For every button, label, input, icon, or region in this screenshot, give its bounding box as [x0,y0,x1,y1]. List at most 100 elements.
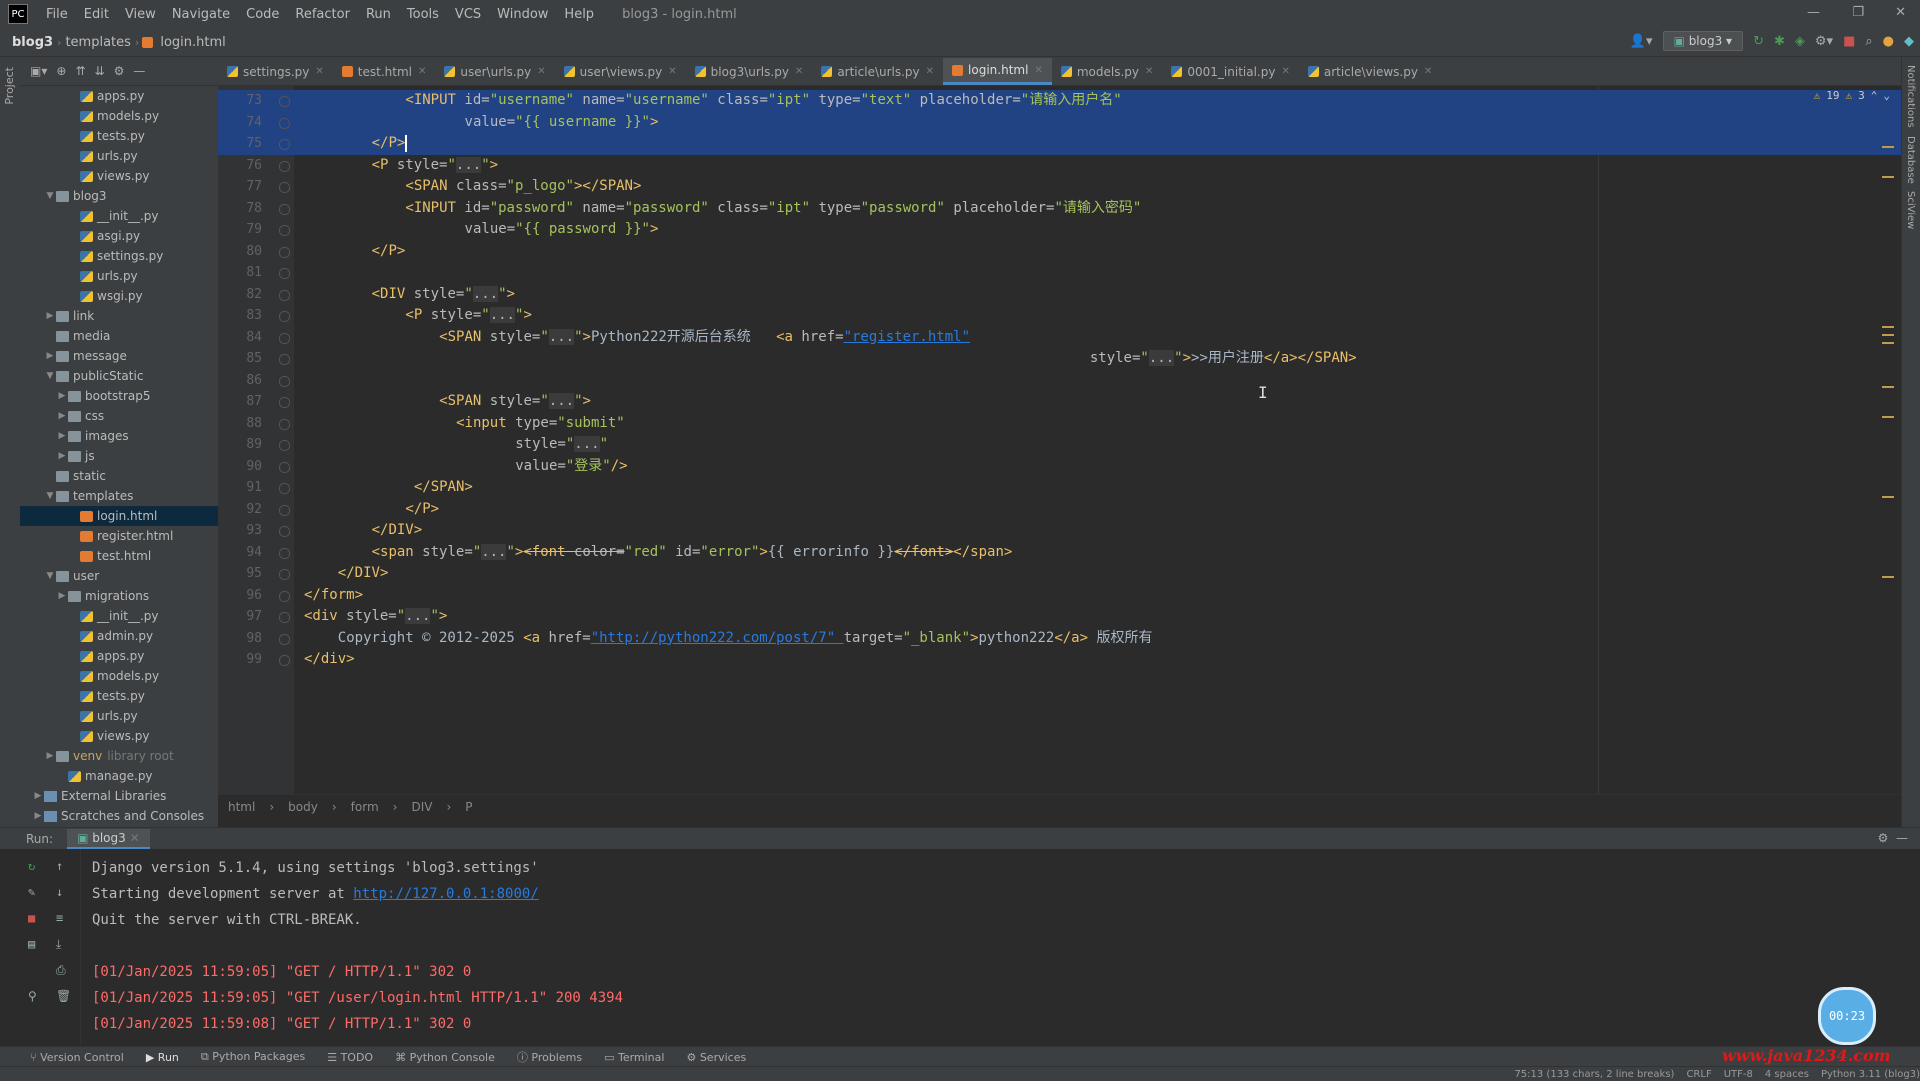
tree-item[interactable]: register.html [20,526,218,546]
code-line[interactable]: 73 <INPUT id="username" name="username" c… [218,90,1902,112]
fold-marker-icon[interactable] [279,289,290,301]
editor-tab[interactable]: 0001_initial.py ✕ [1162,58,1298,85]
chevron-down-icon[interactable]: ▼ [44,191,56,201]
tree-item[interactable]: static [20,466,218,486]
fold-marker-icon[interactable] [279,483,290,494]
editor-tab[interactable]: user\urls.py ✕ [435,58,554,85]
tool-button-services[interactable]: ⚙ Services [686,1051,746,1064]
editor-tab[interactable]: test.html ✕ [333,58,436,85]
scroll-up-icon[interactable]: ↑ [56,859,68,873]
code-line[interactable]: 90 value="登录"/> [218,456,1902,478]
soft-wrap-icon[interactable]: ≡ [56,911,68,925]
close-tab-icon[interactable]: ✕ [795,66,803,77]
editor-tab[interactable]: models.py ✕ [1052,58,1163,85]
tool-button-python-packages[interactable]: ⧉ Python Packages [201,1050,305,1064]
editor-tab[interactable]: settings.py ✕ [218,58,333,85]
editor-breadcrumb-item[interactable]: form [351,800,379,814]
close-tab-icon[interactable]: ✕ [130,831,140,845]
code-line[interactable]: 81 [218,262,1902,284]
code-line[interactable]: 88 <input type="submit" [218,413,1902,435]
close-tab-icon[interactable]: ✕ [1424,66,1432,77]
run-config-select[interactable]: ▣ blog3 ▾ [1662,31,1744,51]
code-line[interactable]: 77 <SPAN class="p_logo"></SPAN> [218,176,1902,198]
menu-code[interactable]: Code [238,7,287,22]
user-icon[interactable]: 👤▾ [1630,34,1653,49]
chevron-down-icon[interactable]: ▼ [44,371,56,381]
tool-button-run[interactable]: ▶ Run [146,1051,179,1064]
code-line[interactable]: 87 <SPAN style="..."> [218,391,1902,413]
debug-icon[interactable]: ✱ [1774,34,1785,49]
tree-item[interactable]: ▼ user [20,566,218,586]
close-tab-icon[interactable]: ✕ [668,66,676,77]
code-line[interactable]: 95 </DIV> [218,563,1902,585]
code-line[interactable]: 96 </form> [218,585,1902,607]
settings-gear-icon[interactable]: ⚙ [1878,831,1889,845]
tree-item[interactable]: models.py [20,666,218,686]
tool-button-python-console[interactable]: ⌘ Python Console [395,1051,495,1064]
tree-item[interactable]: __init__.py [20,206,218,226]
chevron-down-icon[interactable]: ▼ [44,571,56,581]
tree-item[interactable]: ▶ css [20,406,218,426]
stop-icon[interactable]: ■ [28,911,40,925]
tree-item[interactable]: apps.py [20,646,218,666]
tree-item[interactable]: manage.py [20,766,218,786]
tool-button-version-control[interactable]: ⑂ Version Control [30,1051,124,1064]
tree-item[interactable]: media [20,326,218,346]
fold-marker-icon[interactable] [279,203,290,215]
menu-view[interactable]: View [117,7,164,22]
fold-marker-icon[interactable] [279,504,290,516]
chevron-right-icon[interactable]: ▶ [56,411,68,421]
chevron-right-icon[interactable]: ▶ [32,791,44,801]
close-tab-icon[interactable]: ✕ [315,66,323,77]
tree-item[interactable]: views.py [20,166,218,186]
fold-marker-icon[interactable] [279,418,290,430]
close-tab-icon[interactable]: ✕ [537,66,545,77]
tool-button-problems[interactable]: ⓘ Problems [517,1049,582,1065]
print-icon[interactable]: ⎙ [56,963,68,977]
fold-marker-icon[interactable] [279,246,290,258]
breadcrumb-folder[interactable]: templates [61,35,134,50]
code-line[interactable]: 85 style="...">>>用户注册</a></SPAN> [218,348,1902,370]
code-line[interactable]: 75 </P> [218,133,1902,155]
tree-item[interactable]: views.py [20,726,218,746]
notifications-tool-tab[interactable]: Notifications [1905,65,1916,128]
fold-marker-icon[interactable] [279,117,290,129]
fold-marker-icon[interactable] [279,160,290,172]
code-line[interactable]: 94 <span style="..."><font color="red" id… [218,542,1902,564]
run-console[interactable]: ↻ ↑ ✎ ↓ ■ ≡ ▤ ⤓ ⎙ ⚲ 🗑 Django version 5.1… [0,849,1920,1046]
database-tool-tab[interactable]: Database [1905,136,1916,184]
chevron-right-icon[interactable]: ▶ [56,591,68,601]
layout-icon[interactable]: ▤ [28,937,40,951]
editor-tab[interactable]: article\urls.py ✕ [812,58,943,85]
expand-all-icon[interactable]: ⇊ [95,64,105,78]
ide-features-icon[interactable]: ◆ [1904,34,1914,49]
chevron-right-icon[interactable]: ▶ [44,751,56,761]
chevron-right-icon[interactable]: ▶ [32,811,44,821]
sciview-tool-tab[interactable]: SciView [1905,191,1916,229]
tree-item[interactable]: ▶ migrations [20,586,218,606]
menu-vcs[interactable]: VCS [447,7,489,22]
run-tab-blog3[interactable]: ▣ blog3 ✕ [67,829,150,849]
editor-breadcrumb-item[interactable]: body [288,800,318,814]
scroll-down-icon[interactable]: ↓ [56,885,68,899]
code-line[interactable]: 93 </DIV> [218,520,1902,542]
tree-item[interactable]: settings.py [20,246,218,266]
fold-marker-icon[interactable] [279,268,290,279]
close-tab-icon[interactable]: ✕ [1145,66,1153,77]
file-encoding[interactable]: UTF-8 [1724,1069,1753,1080]
code-line[interactable]: 74 value="{{ username }}"> [218,111,1902,133]
close-tab-icon[interactable]: ✕ [926,66,934,77]
tree-item[interactable]: ▼ publicStatic [20,366,218,386]
settings-gear-icon[interactable]: ⚙ [114,64,125,78]
menu-refactor[interactable]: Refactor [287,7,358,22]
tree-item[interactable]: ▶ External Libraries [20,786,218,806]
tree-item[interactable]: models.py [20,106,218,126]
menu-run[interactable]: Run [358,7,399,22]
chevron-down-icon[interactable]: ▼ [44,491,56,501]
breadcrumb-project[interactable]: blog3 [8,35,57,50]
editor-breadcrumb-item[interactable]: html [228,800,255,814]
close-tab-icon[interactable]: ✕ [418,66,426,77]
tree-item[interactable]: ▶ Scratches and Consoles [20,806,218,826]
server-url-link[interactable]: http://127.0.0.1:8000/ [353,886,538,902]
fold-marker-icon[interactable] [279,655,290,666]
